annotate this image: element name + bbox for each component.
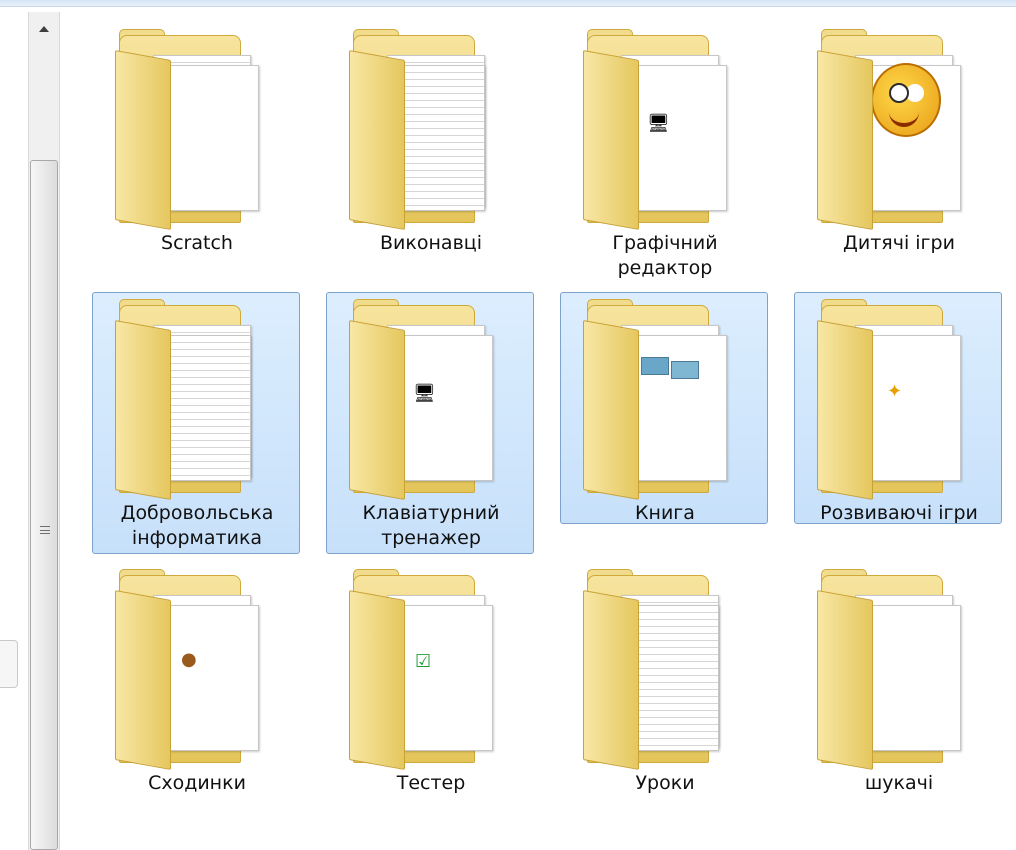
- folder-icon: ☑: [349, 569, 493, 770]
- folder-item-tester[interactable]: ☑ Тестер: [326, 562, 534, 812]
- folder-label: Клавіатурний тренажер: [362, 502, 500, 549]
- folder-item-hrafichnyi-redaktor[interactable]: 🖥 Графічний редактор: [560, 22, 768, 279]
- folder-label: Графічний редактор: [612, 232, 718, 279]
- folder-item-klaviaturnyi-trenazher[interactable]: 🖥 Клавіатурний тренажер: [326, 292, 534, 554]
- cartoon-hand-icon: [871, 63, 941, 137]
- folder-label: Тестер: [396, 772, 466, 794]
- scroll-grip-icon: [40, 526, 50, 534]
- folder-item-uroky[interactable]: Уроки: [560, 562, 768, 812]
- vertical-scrollbar[interactable]: [28, 12, 60, 850]
- folder-icon: 🖥: [583, 29, 727, 230]
- folder-label: Дитячі ігри: [843, 232, 955, 254]
- application-icon: 🖥: [413, 383, 436, 404]
- game-icon: ✦: [887, 381, 903, 402]
- folder-label: шукачі: [864, 772, 934, 794]
- folder-label: Scratch: [161, 232, 233, 254]
- folder-label: Книга: [635, 502, 695, 524]
- folder-label: Уроки: [635, 772, 695, 794]
- window-top-border: [0, 0, 1016, 7]
- folder-icon: [583, 569, 727, 770]
- navigation-pane-edge: [0, 640, 18, 688]
- folder-item-scratch[interactable]: Scratch: [92, 22, 300, 278]
- folder-icon: [349, 29, 493, 230]
- acorn-icon: ●: [181, 649, 197, 670]
- folder-item-vykonavtsi[interactable]: Виконавці: [326, 22, 534, 278]
- folder-label: Виконавці: [380, 232, 482, 254]
- folder-icon: [583, 299, 727, 500]
- application-icon: 🖥: [647, 113, 670, 134]
- folder-label: Розвиваючі ігри: [820, 502, 978, 524]
- folder-icon: [817, 29, 961, 230]
- folder-icon: ✦: [817, 299, 961, 500]
- folder-item-dobrovolska-informatyka[interactable]: Добровольська інформатика: [92, 292, 300, 554]
- folder-icon: [817, 569, 961, 770]
- folder-item-dytiachi-ihry[interactable]: Дитячі ігри: [794, 22, 1002, 278]
- folder-label: Сходинки: [148, 772, 246, 794]
- folder-icon: 🖥: [349, 299, 493, 500]
- folder-item-knyha[interactable]: Книга: [560, 292, 768, 524]
- folder-item-shukachi[interactable]: шукачі: [794, 562, 1002, 812]
- folder-icon: [115, 29, 259, 230]
- scroll-up-arrow-icon[interactable]: [29, 12, 59, 46]
- folder-icon: ●: [115, 569, 259, 770]
- folder-icon: [115, 299, 259, 500]
- folder-label: Добровольська інформатика: [120, 502, 274, 549]
- folder-item-rozvyvaiuchi-ihry[interactable]: ✦ Розвиваючі ігри: [794, 292, 1002, 524]
- checkmark-icon: ☑: [415, 651, 432, 672]
- folder-item-skhodynky[interactable]: ● Сходинки: [92, 562, 300, 812]
- scroll-thumb[interactable]: [30, 160, 58, 850]
